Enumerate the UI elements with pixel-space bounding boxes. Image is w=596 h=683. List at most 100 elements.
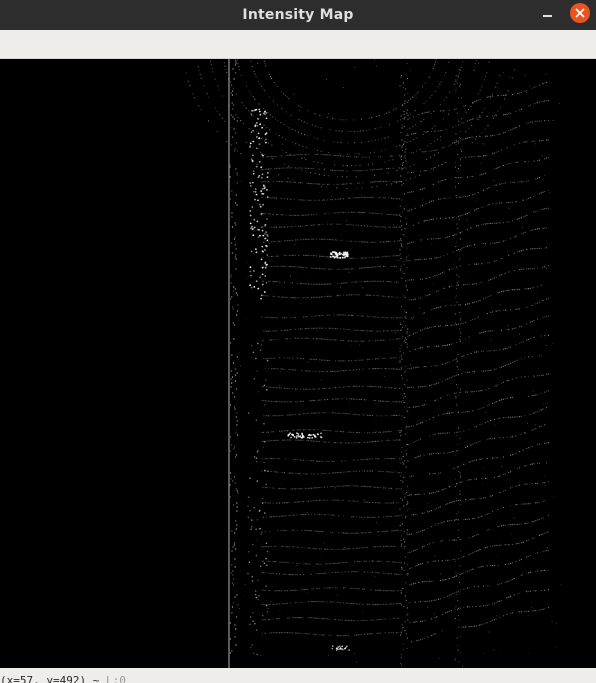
point (470, 625, 472, 628)
point (346, 223, 348, 226)
point (296, 266, 298, 268)
point (378, 368, 380, 370)
point (367, 169, 369, 171)
point (312, 460, 314, 462)
point (458, 592, 460, 594)
point (475, 478, 477, 480)
point (233, 446, 236, 448)
point (360, 267, 362, 269)
point (403, 463, 405, 465)
point (395, 255, 397, 257)
point (291, 574, 293, 576)
point (363, 470, 365, 472)
point (386, 603, 388, 605)
point (279, 167, 281, 169)
point (314, 255, 316, 257)
point (483, 331, 485, 333)
point (357, 224, 359, 226)
point (379, 181, 381, 183)
point (434, 400, 436, 402)
point (236, 412, 238, 414)
minimize-button[interactable] (538, 6, 556, 24)
point (522, 268, 524, 270)
point (486, 188, 488, 190)
point (520, 358, 523, 360)
point (399, 181, 401, 183)
point (425, 277, 427, 279)
point (295, 143, 297, 145)
point (187, 80, 190, 82)
point (374, 128, 376, 130)
point (519, 451, 521, 453)
point (344, 370, 346, 372)
point (535, 552, 537, 554)
point (263, 226, 265, 228)
point (488, 387, 490, 390)
point (399, 226, 401, 228)
close-button[interactable] (570, 3, 590, 23)
point (403, 272, 405, 275)
point (531, 121, 533, 123)
point (465, 112, 467, 114)
point (260, 533, 263, 535)
point (346, 268, 348, 270)
point (370, 633, 372, 635)
point (349, 548, 351, 550)
point (400, 220, 402, 222)
point (535, 86, 537, 88)
point (540, 517, 542, 520)
point (229, 450, 232, 452)
point (492, 153, 494, 155)
point (254, 590, 257, 592)
point (337, 594, 339, 596)
intensity-map-canvas[interactable] (0, 59, 596, 668)
point (400, 268, 402, 270)
point (445, 559, 447, 561)
point (304, 633, 306, 635)
point (434, 166, 436, 168)
point (357, 170, 359, 172)
point (327, 359, 329, 361)
point (288, 514, 290, 517)
point (412, 333, 414, 335)
point (459, 257, 461, 260)
point (248, 128, 250, 130)
point (329, 255, 332, 258)
point (269, 226, 271, 228)
point (383, 470, 385, 473)
point (277, 530, 279, 532)
point (341, 499, 343, 501)
point (499, 399, 501, 401)
point (529, 446, 532, 448)
point (357, 340, 359, 342)
point (463, 121, 465, 124)
point (520, 415, 523, 417)
point (456, 500, 458, 502)
point (279, 617, 281, 620)
point (266, 233, 268, 236)
point (287, 617, 289, 619)
point (517, 468, 519, 470)
point (296, 282, 298, 284)
point (458, 218, 460, 221)
point (299, 632, 301, 634)
point (277, 458, 279, 460)
point (454, 539, 456, 541)
title-bar[interactable]: Intensity Map (0, 0, 596, 30)
point (477, 263, 479, 265)
point (455, 139, 457, 141)
point (402, 626, 404, 629)
point (386, 400, 388, 402)
point (538, 410, 541, 412)
point (261, 502, 264, 504)
point (535, 303, 537, 305)
point (314, 183, 316, 185)
point (317, 267, 319, 270)
point (429, 111, 431, 113)
point (257, 287, 260, 290)
point (540, 192, 542, 194)
point (351, 587, 353, 589)
point (425, 619, 427, 622)
point (300, 106, 302, 108)
point (311, 530, 313, 532)
